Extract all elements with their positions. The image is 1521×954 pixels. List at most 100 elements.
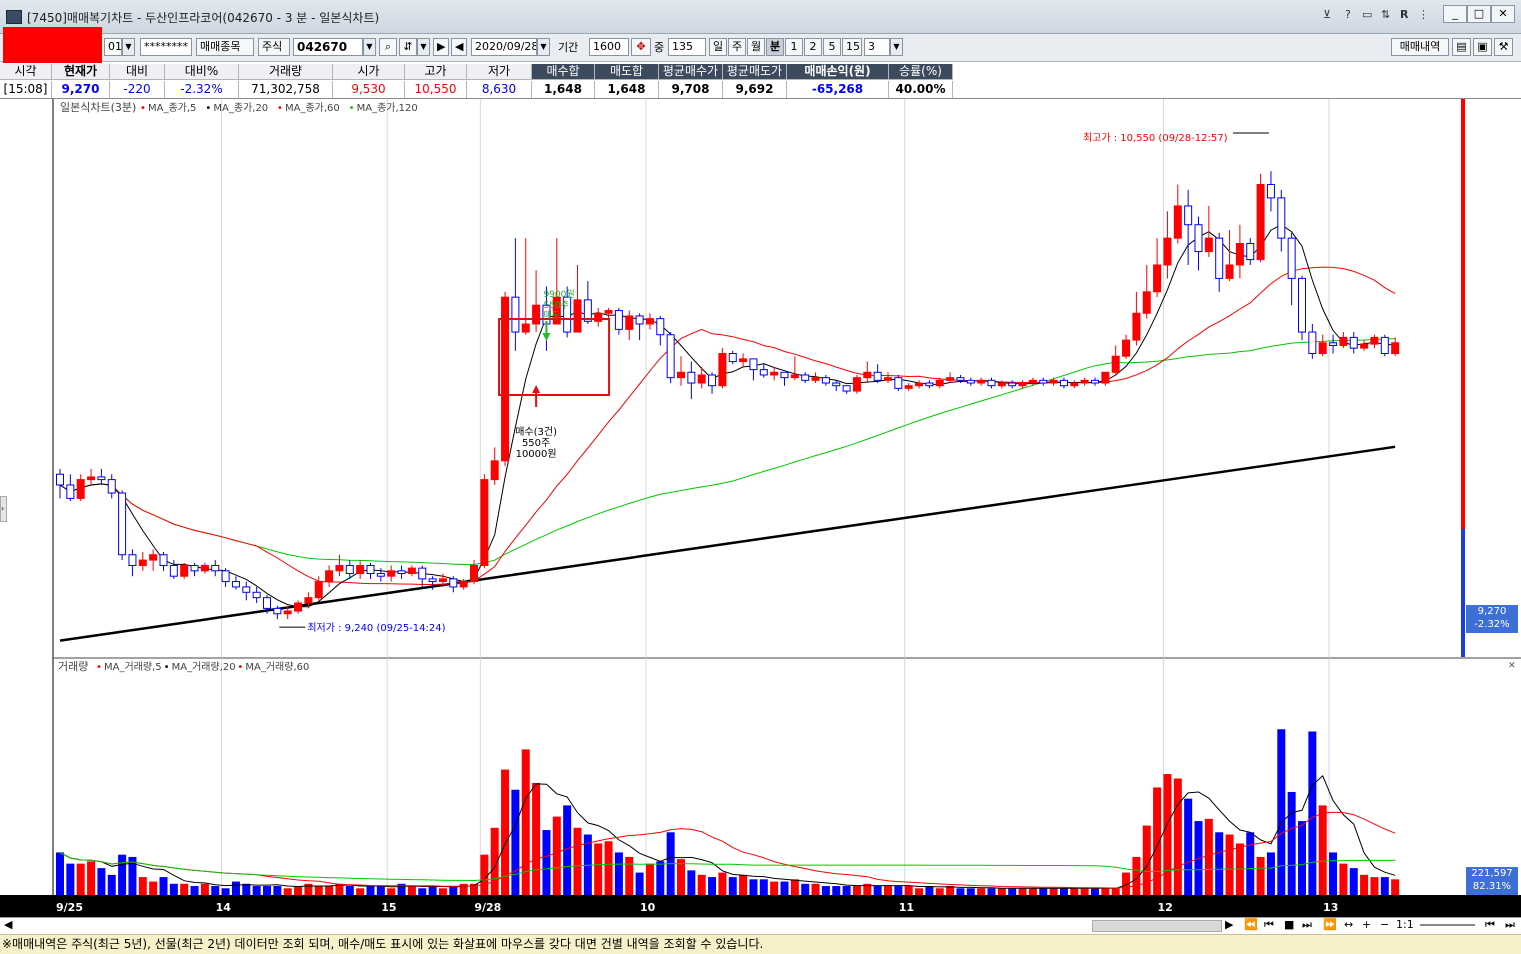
volume-legend-marker: • (96, 662, 102, 673)
candle-body (987, 379, 996, 387)
zoom-slider[interactable] (1420, 924, 1475, 926)
period-input[interactable]: 1600 (589, 38, 629, 56)
volume-bar (987, 888, 996, 895)
price-scale-upper (1461, 99, 1465, 529)
stop-icon[interactable]: ■ (1284, 918, 1294, 931)
first-page-icon[interactable]: ⏮ (1485, 918, 1495, 932)
minute-2-button[interactable]: 2 (804, 38, 822, 56)
volume-bar (1329, 852, 1338, 895)
volume-panel-close-icon[interactable]: ✕ (1508, 661, 1516, 671)
volume-legend-item: MA_거래량,60 (245, 661, 309, 673)
volume-bar (1111, 888, 1120, 895)
minute-value-select[interactable]: 3 (864, 38, 890, 56)
header-avg-buy: 평균매수가 (659, 64, 723, 80)
volume-bar (1204, 818, 1213, 895)
share-icon[interactable]: ⇅ (1381, 8, 1390, 21)
minute-15-button[interactable]: 15 (842, 38, 862, 56)
period-day-button[interactable]: 일 (709, 38, 727, 56)
help-icon[interactable]: ? (1345, 8, 1351, 21)
step-back-icon[interactable]: ⏮ (1264, 918, 1274, 932)
sort-icon[interactable]: ⇵ (399, 38, 417, 56)
volume-bar (1070, 888, 1079, 895)
last-page-icon[interactable]: ⏭ (1505, 918, 1515, 932)
candle-body (842, 385, 851, 392)
minute-5-button[interactable]: 5 (823, 38, 841, 56)
minimize-button[interactable]: _ (1443, 5, 1467, 23)
candle-body (1018, 382, 1027, 387)
volume-bar (1028, 888, 1037, 895)
password-field[interactable]: ******** (140, 38, 192, 56)
price-legend-title: 일본식차트(3분) (60, 100, 136, 114)
candle-body (1339, 336, 1348, 346)
trade-items-button[interactable]: 매매종목 (196, 38, 254, 56)
candle-body (614, 310, 623, 330)
volume-bar (677, 859, 685, 895)
refresh-icon[interactable]: R (1400, 8, 1408, 21)
period-minute-button[interactable]: 분 (766, 38, 784, 56)
chart-canvas[interactable]: 일본식차트(3분) 거래량 • MA_종가,5 • MA_종가,20 • MA_종가,60… (0, 99, 1521, 917)
period-week-button[interactable]: 주 (728, 38, 746, 56)
candle-body (573, 299, 582, 333)
candle-body (1246, 243, 1255, 261)
save-icon[interactable]: ▣ (1473, 38, 1492, 56)
scroll-left-icon[interactable]: ◀ (4, 918, 12, 931)
volume-bar (1256, 856, 1265, 895)
volume-bar (169, 883, 178, 895)
trade-history-button[interactable]: 매매내역 (1391, 38, 1449, 56)
header-low: 저가 (467, 64, 532, 80)
search-icon[interactable]: ⌕ (379, 38, 397, 56)
date-input[interactable]: 2020/09/28 (471, 38, 537, 56)
maximize-button[interactable]: □ (1467, 5, 1491, 23)
rewind-icon[interactable]: ⏪ (1244, 918, 1258, 931)
period-month-button[interactable]: 월 (747, 38, 765, 56)
volume-bar (252, 886, 261, 895)
folder-icon[interactable]: ▤ (1452, 38, 1471, 56)
prev-arrow-icon[interactable]: ◀ (451, 38, 467, 56)
volume-bar (221, 888, 230, 895)
sort-dropdown-icon[interactable]: ▼ (417, 38, 430, 56)
market-select[interactable]: 주식 (258, 38, 290, 56)
volume-legend-marker: • (237, 662, 243, 673)
candle-body (1277, 197, 1286, 239)
panel-toggle-icon[interactable]: › (0, 496, 7, 522)
zoom-in-icon[interactable]: + (1362, 918, 1371, 931)
x-axis-label: 11 (899, 901, 914, 914)
end-icon[interactable]: ⏩ (1323, 918, 1337, 931)
app-icon (6, 10, 22, 24)
volume-bar (1266, 852, 1275, 895)
zoom-out-icon[interactable]: − (1380, 918, 1389, 931)
header-open: 시가 (333, 64, 405, 80)
account-suffix[interactable]: 01 (104, 38, 122, 56)
move-icon[interactable]: ✥ (631, 38, 651, 56)
scroll-right-icon[interactable]: ▶ (1225, 918, 1233, 931)
stock-code-dropdown-icon[interactable]: ▼ (363, 38, 376, 56)
volume-bar (594, 843, 603, 895)
account-dropdown-icon[interactable]: ▼ (122, 38, 135, 56)
minute-dropdown-icon[interactable]: ▼ (890, 38, 903, 56)
close-button[interactable]: ✕ (1491, 5, 1515, 23)
volume-bar (997, 888, 1006, 895)
play-icon[interactable]: ⏭ (1302, 918, 1312, 932)
scroll-thumb[interactable] (1092, 920, 1222, 932)
link-icon[interactable]: ▭ (1362, 8, 1372, 21)
candle-body (832, 382, 841, 387)
minute-1-button[interactable]: 1 (785, 38, 803, 56)
header-change-pct: 대비% (165, 64, 239, 80)
calendar-dropdown-icon[interactable]: ▼ (537, 38, 550, 56)
pin-icon[interactable]: ⊻ (1323, 8, 1331, 21)
candle-body (180, 564, 189, 577)
candle-body (418, 567, 427, 580)
next-arrow-icon[interactable]: ▶ (433, 38, 449, 56)
volume-bar (1298, 821, 1306, 895)
fit-icon[interactable]: ↔ (1344, 918, 1353, 931)
settings-icon[interactable]: ⋮ (1418, 8, 1429, 21)
candle-body (997, 382, 1006, 387)
price-legend-marker: • (277, 103, 283, 114)
stock-code-input[interactable]: 042670 (293, 38, 363, 56)
count-input[interactable]: 135 (668, 38, 706, 56)
price-legend-item: MA_종가,120 (357, 102, 418, 114)
wrench-icon[interactable]: ⚒ (1494, 38, 1513, 56)
candle-body (294, 602, 303, 612)
volume-bar (1349, 868, 1358, 895)
current-volume-tag: 221,597 82.31% (1466, 867, 1518, 895)
